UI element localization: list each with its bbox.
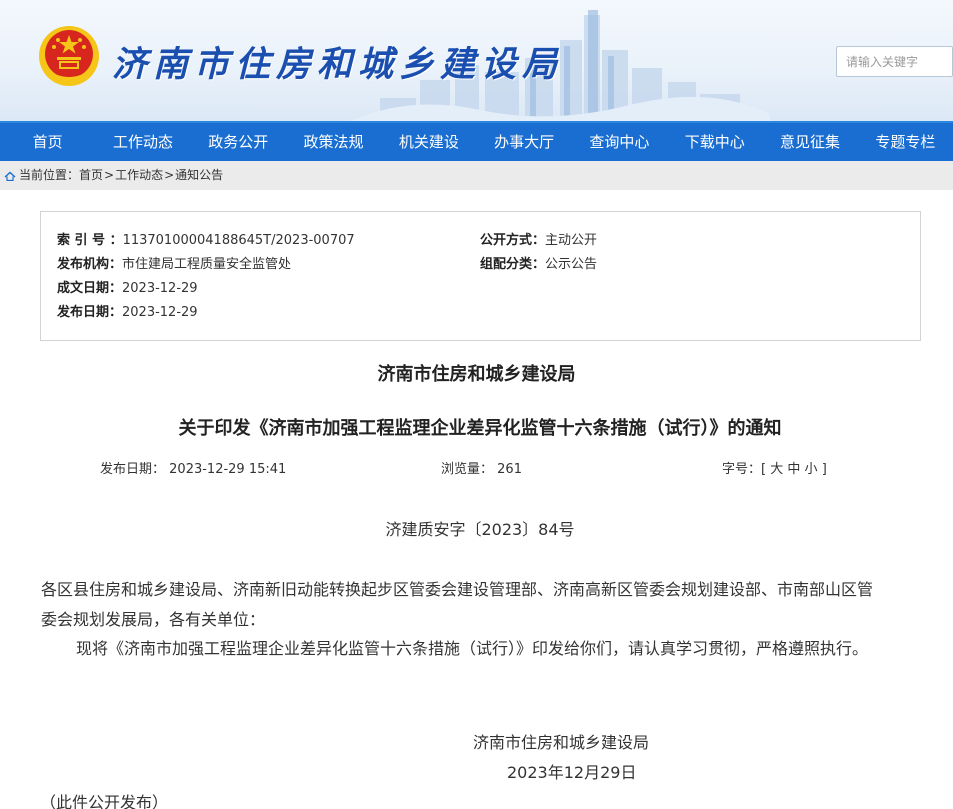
publication-note: （此件公开发布） xyxy=(40,793,169,809)
meta-published-label: 发布日期： xyxy=(57,305,123,320)
nav-item-home[interactable]: 首页 xyxy=(0,123,95,161)
article-publisher: 济南市住房和城乡建设局 xyxy=(377,364,576,385)
meta-published-row: 发布日期：2023-12-29 xyxy=(57,305,198,321)
nav-item-special-topics[interactable]: 专题专栏 xyxy=(858,123,953,161)
article-views: 浏览量： 261 xyxy=(441,458,522,477)
nav-item-download-center[interactable]: 下载中心 xyxy=(667,123,762,161)
meta-created-row: 成文日期：2023-12-29 xyxy=(57,281,198,297)
meta-org-row: 发布机构：市住建局工程质量安全监管处 xyxy=(57,257,291,273)
breadcrumb-notices-link[interactable]: 通知公告 xyxy=(175,161,223,190)
meta-disclosure-row: 公开方式：主动公开 xyxy=(480,233,597,249)
signature-date: 2023年12月29日 xyxy=(507,763,637,782)
breadcrumb-work-news-link[interactable]: 工作动态 xyxy=(115,161,163,190)
document-number: 济建质安字〔2023〕84号 xyxy=(385,520,575,539)
search-input[interactable] xyxy=(836,46,953,77)
article-views-label: 浏览量： xyxy=(441,462,494,477)
site-header: 济南市住房和城乡建设局 xyxy=(0,0,953,121)
font-size-medium-button[interactable]: 中 xyxy=(787,462,800,477)
font-size-switcher: 字号：[ 大 中 小 ] xyxy=(722,458,827,477)
nav-item-org-building[interactable]: 机关建设 xyxy=(381,123,476,161)
meta-org-label: 发布机构： xyxy=(57,257,123,272)
font-size-label: 字号：[ xyxy=(722,462,767,477)
nav-item-work-news[interactable]: 工作动态 xyxy=(95,123,190,161)
article-date: 发布日期： 2023-12-29 15:41 xyxy=(100,458,286,477)
site-title: 济南市住房和城乡建设局 xyxy=(112,44,564,85)
recipients-line-1: 各区县住房和城乡建设局、济南新旧动能转换起步区管委会建设管理部、济南高新区管委会… xyxy=(41,580,874,599)
breadcrumb: 当前位置： 首页 > 工作动态 > 通知公告 xyxy=(0,161,953,190)
document-meta-box: 索 引 号 ：11370100004188645T/2023-00707 发布机… xyxy=(40,211,921,341)
meta-index-row: 索 引 号 ：11370100004188645T/2023-00707 xyxy=(57,233,355,249)
meta-created-value: 2023-12-29 xyxy=(122,281,198,296)
meta-index-value: 11370100004188645T/2023-00707 xyxy=(122,233,355,248)
signature-org: 济南市住房和城乡建设局 xyxy=(473,733,650,752)
meta-category-value: 公示公告 xyxy=(545,257,598,272)
font-size-large-button[interactable]: 大 xyxy=(770,462,783,477)
article-views-value: 261 xyxy=(497,462,522,477)
article-title: 关于印发《济南市加强工程监理企业差异化监管十六条措施（试行）》的通知 xyxy=(178,418,782,439)
font-size-small-button[interactable]: 小 xyxy=(805,462,818,477)
main-nav: 首页 工作动态 政务公开 政策法规 机关建设 办事大厅 查询中心 下载中心 意见… xyxy=(0,121,953,161)
breadcrumb-home-link[interactable]: 首页 xyxy=(79,161,103,190)
article-date-label: 发布日期： xyxy=(100,462,166,477)
nav-item-policies[interactable]: 政策法规 xyxy=(286,123,381,161)
breadcrumb-separator: > xyxy=(164,168,175,182)
meta-disclosure-label: 公开方式： xyxy=(480,233,546,248)
meta-created-label: 成文日期： xyxy=(57,281,123,296)
nav-item-gov-affairs[interactable]: 政务公开 xyxy=(191,123,286,161)
font-size-close-bracket: ] xyxy=(821,462,827,477)
nav-item-query-center[interactable]: 查询中心 xyxy=(572,123,667,161)
meta-category-label: 组配分类： xyxy=(480,257,546,272)
article-recipients: 各区县住房和城乡建设局、济南新旧动能转换起步区管委会建设管理部、济南高新区管委会… xyxy=(41,575,921,635)
breadcrumb-label: 当前位置： xyxy=(19,168,80,182)
recipients-line-2: 委会规划发展局，各有关单位： xyxy=(41,610,266,629)
meta-category-row: 组配分类：公示公告 xyxy=(480,257,597,273)
meta-index-label: 索 引 号 ： xyxy=(57,233,123,248)
nav-item-service-hall[interactable]: 办事大厅 xyxy=(476,123,571,161)
article-date-value: 2023-12-29 15:41 xyxy=(169,462,287,477)
meta-disclosure-value: 主动公开 xyxy=(545,233,598,248)
breadcrumb-separator: > xyxy=(104,168,115,182)
meta-published-value: 2023-12-29 xyxy=(122,305,198,320)
nav-item-feedback[interactable]: 意见征集 xyxy=(762,123,857,161)
meta-org-value: 市住建局工程质量安全监管处 xyxy=(122,257,292,272)
home-icon xyxy=(4,171,16,181)
article-body: 现将《济南市加强工程监理企业差异化监管十六条措施（试行）》印发给你们，请认真学习… xyxy=(76,639,869,658)
national-emblem-logo xyxy=(39,26,99,86)
